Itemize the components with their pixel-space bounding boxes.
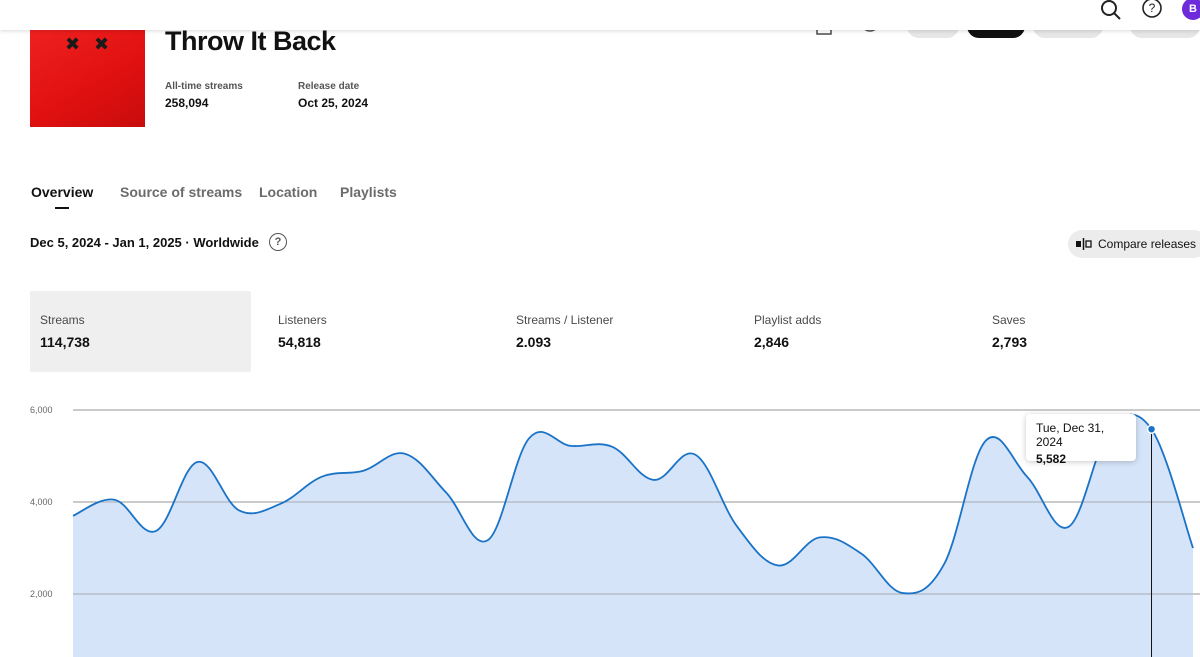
streams-chart: 6,000 4,000 2,000 xyxy=(30,405,1200,657)
compare-releases-label: Compare releases xyxy=(1098,237,1197,251)
stat-value: 2.093 xyxy=(516,334,552,350)
release-date-value: Oct 25, 2024 xyxy=(298,96,369,110)
stat-card-streams[interactable]: Streams 114,738 xyxy=(30,291,251,372)
y-tick-label: 4,000 xyxy=(30,497,53,507)
stat-label: Playlist adds xyxy=(754,313,822,327)
release-date-label: Release date xyxy=(298,81,360,92)
y-tick-label: 2,000 xyxy=(30,589,53,599)
help-circle-icon[interactable]: ? xyxy=(269,233,287,251)
streams-area xyxy=(73,414,1193,657)
top-bar: ? B xyxy=(0,0,1200,30)
stat-card-listeners[interactable]: Listeners 54,818 xyxy=(268,291,488,372)
svg-text:?: ? xyxy=(1149,1,1156,15)
avatar[interactable]: B xyxy=(1182,0,1200,20)
stat-label: Streams xyxy=(40,313,85,327)
chart-tooltip: Tue, Dec 31, 2024 5,582 xyxy=(1026,414,1136,466)
date-range[interactable]: Dec 5, 2024 - Jan 1, 2025 · Worldwide xyxy=(30,235,259,250)
tab-location[interactable]: Location xyxy=(259,184,317,200)
y-tick-label: 6,000 xyxy=(30,405,53,415)
tooltip-date: Tue, Dec 31, 2024 xyxy=(1036,421,1105,449)
compare-releases-button[interactable]: Compare releases xyxy=(1068,230,1200,258)
compare-icon xyxy=(1076,238,1092,250)
stat-value: 2,793 xyxy=(992,334,1028,350)
active-tab-indicator xyxy=(55,207,69,209)
cover-x-mark: ✖ xyxy=(65,34,81,54)
stat-card-streams-per-listener[interactable]: Streams / Listener 2.093 xyxy=(506,291,726,372)
stat-label: Listeners xyxy=(278,313,327,327)
stat-value: 114,738 xyxy=(40,334,90,350)
tooltip-value: 5,582 xyxy=(1036,452,1067,466)
stat-card-playlist-adds[interactable]: Playlist adds 2,846 xyxy=(744,291,964,372)
search-icon[interactable] xyxy=(1098,0,1124,23)
all-time-streams-label: All-time streams xyxy=(165,81,243,92)
tab-playlists[interactable]: Playlists xyxy=(340,184,397,200)
hover-point[interactable] xyxy=(1146,424,1157,434)
all-time-streams-value: 258,094 xyxy=(165,96,209,110)
help-icon[interactable]: ? xyxy=(1139,0,1165,23)
tab-source-of-streams[interactable]: Source of streams xyxy=(120,184,242,200)
cover-x-mark: ✖ xyxy=(94,34,110,54)
stat-card-saves[interactable]: Saves 2,793 xyxy=(982,291,1192,372)
release-title: Throw It Back xyxy=(165,26,336,56)
stat-label: Streams / Listener xyxy=(516,313,614,327)
stat-value: 54,818 xyxy=(278,334,321,350)
release-cover-art: ✖ ✖ xyxy=(30,22,145,127)
tab-overview[interactable]: Overview xyxy=(31,184,93,200)
stat-label: Saves xyxy=(992,313,1026,327)
stat-value: 2,846 xyxy=(754,334,790,350)
